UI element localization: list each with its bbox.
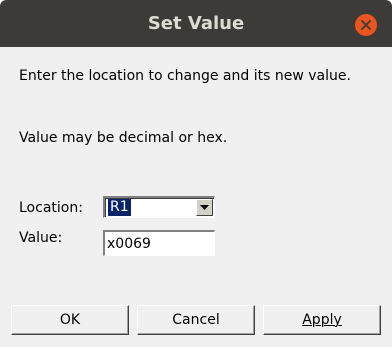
set-value-dialog: Set Value Enter the location to change a… <box>0 0 392 347</box>
cancel-button[interactable]: Cancel <box>137 305 255 335</box>
chevron-down-icon <box>200 205 209 210</box>
value-input[interactable] <box>103 230 215 256</box>
close-icon <box>361 20 371 30</box>
value-label: Value: <box>19 230 63 246</box>
location-dropdown[interactable]: R1 <box>103 196 215 218</box>
title-bar[interactable]: Set Value <box>0 0 392 47</box>
location-dropdown-button[interactable] <box>196 199 213 216</box>
ok-button-label: OK <box>59 312 81 328</box>
instruction-text: Enter the location to change and its new… <box>19 68 351 84</box>
window-title: Set Value <box>147 13 245 34</box>
apply-button[interactable]: Apply <box>263 305 381 335</box>
ok-button[interactable]: OK <box>11 305 129 335</box>
close-button[interactable] <box>355 14 377 36</box>
cancel-button-label: Cancel <box>172 312 220 328</box>
location-selected-value: R1 <box>108 199 131 216</box>
apply-button-label: Apply <box>302 312 342 328</box>
hint-text: Value may be decimal or hex. <box>19 130 228 146</box>
location-label: Location: <box>19 200 83 216</box>
